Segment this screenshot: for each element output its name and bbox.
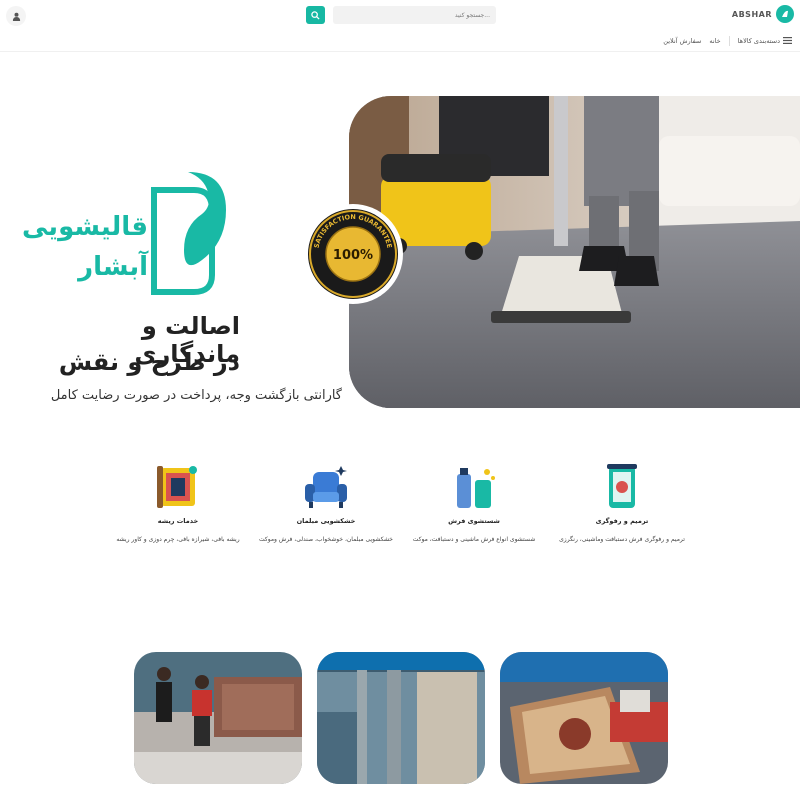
hero-carpet-cleaning-image [349, 96, 800, 408]
nav-item-categories[interactable]: دسته‌بندی کالاها [738, 37, 792, 45]
page: ABSHAR دسته‌بندی کالاها خانه سفارش آنلای… [0, 0, 800, 800]
nav-item-label: سفارش آنلاین [663, 36, 702, 45]
search-bar [306, 6, 496, 24]
nav-item-label: خانه [709, 36, 721, 45]
service-description: ریشه بافی، شیرازه بافی، چرم دوزی و کاور … [116, 536, 240, 543]
rug-fringe-icon [153, 462, 203, 512]
brand-logo-line1: قالیشویی [22, 212, 148, 242]
nav-item-home[interactable]: خانه [709, 37, 720, 45]
service-title: ترمیم و رفوگری [595, 517, 649, 525]
nav-divider [728, 35, 730, 46]
search-icon [311, 10, 320, 20]
gallery-image-washing-machine[interactable] [317, 652, 485, 784]
seal-percent: 100% [333, 248, 373, 263]
service-card-carpet-wash[interactable]: شستشوی فرش شستشوی انواع فرش ماشینی و دست… [404, 462, 544, 546]
service-card-fringe[interactable]: خدمات ریشه ریشه بافی، شیرازه بافی، چرم د… [108, 462, 248, 546]
gallery-image-carpet-conveyor[interactable] [500, 652, 668, 784]
search-input[interactable] [333, 6, 496, 24]
service-card-furniture[interactable]: خشکشویی مبلمان خشکشویی مبلمان، خوشخواب، … [256, 462, 396, 546]
user-account-button[interactable] [6, 6, 26, 26]
brand-logo-mark-icon [150, 170, 230, 295]
gallery-image-workers[interactable] [134, 652, 302, 784]
service-description: شستشوی انواع فرش ماشینی و دستبافت، موکت [412, 536, 536, 543]
service-description: ترمیم و رفوگری فرش دستبافت وماشینی، رنگر… [559, 536, 685, 543]
service-title: خشکشویی مبلمان [296, 517, 356, 525]
header: ABSHAR [0, 0, 800, 30]
spray-bottle-icon [449, 462, 499, 512]
brand-name: ABSHAR [731, 9, 772, 19]
armchair-icon [301, 462, 351, 512]
search-button[interactable] [306, 6, 325, 24]
nav-item-label: دسته‌بندی کالاها [737, 36, 780, 45]
hero-headline-line2: در طرح و نقش [58, 348, 240, 376]
main-nav: دسته‌بندی کالاها خانه سفارش آنلاین [0, 30, 800, 52]
brand-logo-icon [776, 5, 794, 23]
service-description: خشکشویی مبلمان، خوشخواب، صندلی، فرش وموک… [258, 536, 394, 543]
nav-item-online-order[interactable]: سفارش آنلاین [663, 37, 701, 45]
brand[interactable]: ABSHAR [732, 5, 794, 23]
hero-subline: گارانتی بازگشت وجه، پرداخت در صورت رضایت… [50, 388, 342, 403]
user-icon [12, 12, 20, 21]
service-title: خدمات ریشه [157, 517, 199, 525]
rug-roll-icon [597, 462, 647, 512]
menu-icon [783, 37, 792, 44]
service-title: شستشوی فرش [448, 517, 500, 525]
service-card-repair[interactable]: ترمیم و رفوگری ترمیم و رفوگری فرش دستباف… [552, 462, 692, 546]
brand-logo-line2: آبشار [78, 252, 148, 282]
satisfaction-guarantee-seal: 100% SATISFACTION GUARANTEE [302, 203, 404, 305]
